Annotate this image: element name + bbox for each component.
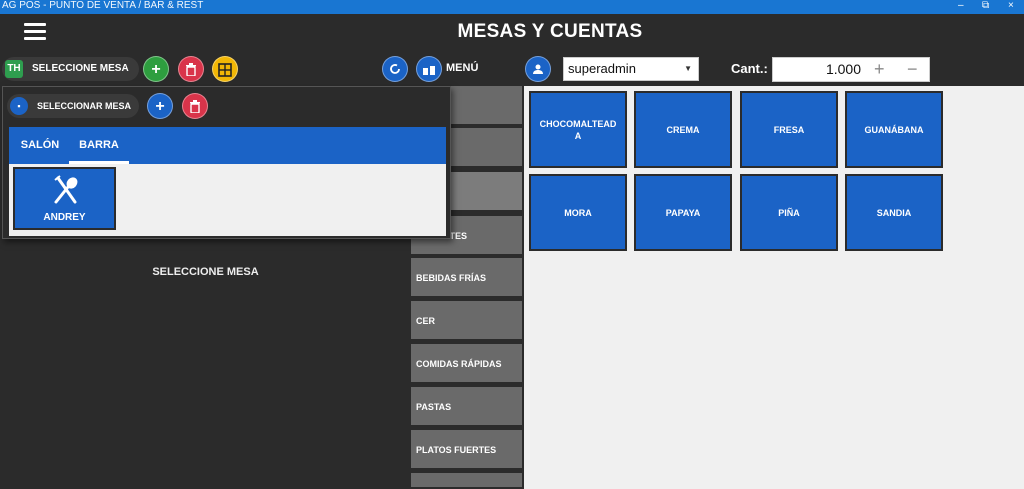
table-icon: ▪ (10, 97, 28, 115)
category-item-overflow[interactable] (411, 473, 522, 489)
decrease-quantity-button[interactable]: − (907, 58, 918, 81)
toolbar: TH SELECCIONE MESA + MENÚ superadmin ▼ C… (0, 52, 1024, 86)
window-title-bar: AG POS - PUNTO DE VENTA / BAR & REST – ⧉… (0, 0, 1024, 14)
minimize-button[interactable]: – (958, 0, 964, 12)
increase-quantity-button[interactable]: + (874, 58, 885, 81)
delete-table-button[interactable] (178, 56, 204, 82)
refresh-icon (390, 64, 400, 74)
page-title: MESAS Y CUENTAS (457, 21, 643, 42)
user-select-value: superadmin (568, 61, 636, 76)
chevron-down-icon: ▼ (684, 64, 692, 73)
quantity-stepper[interactable]: 1.000 + − (772, 57, 930, 82)
product-tile[interactable]: MORA (529, 174, 627, 251)
window-title: AG POS - PUNTO DE VENTA / BAR & REST (2, 0, 204, 11)
account-options-button[interactable] (212, 56, 238, 82)
trash-icon (186, 63, 196, 77)
product-tile[interactable]: GUANÁBANA (845, 91, 943, 168)
trash-icon (190, 100, 200, 114)
select-table-label: SELECCIONE MESA (32, 63, 129, 74)
product-tile[interactable]: CREMA (634, 91, 732, 168)
app-header: MESAS Y CUENTAS (0, 14, 1024, 52)
category-item[interactable]: PLATOS FUERTES (411, 430, 522, 470)
product-tile[interactable]: PIÑA (740, 174, 838, 251)
add-table-button[interactable]: + (143, 56, 169, 82)
grid-table-icon (218, 63, 232, 77)
table-name: ANDREY (43, 212, 86, 223)
tab-barra[interactable]: BARRA (69, 127, 129, 164)
table-tile[interactable]: ANDREY (13, 167, 116, 230)
close-window-button[interactable]: × (1008, 0, 1014, 12)
quantity-value[interactable]: 1.000 (773, 61, 861, 77)
category-item[interactable]: BEBIDAS FRÍAS (411, 258, 522, 298)
delete-table-button[interactable] (182, 93, 208, 119)
products-grid: CHOCOMALTEADA CREMA FRESA GUANÁBANA MORA… (524, 86, 1024, 489)
quantity-label: Cant.: (731, 61, 768, 76)
table-icon: TH (5, 60, 23, 78)
spoon-fork-icon (54, 175, 78, 204)
menu-icon (423, 66, 435, 75)
product-tile[interactable]: PAPAYA (634, 174, 732, 251)
select-table-label: SELECCIONAR MESA (37, 101, 132, 111)
product-tile[interactable]: SANDIA (845, 174, 943, 251)
select-table-popup: ▪ SELECCIONAR MESA + SALÓN BARRA ANDREY (2, 86, 451, 239)
menu-button[interactable] (416, 56, 442, 82)
select-table-hint: SELECCIONE MESA (152, 266, 259, 278)
add-table-button[interactable]: + (147, 93, 173, 119)
area-tabs: SALÓN BARRA (9, 127, 446, 164)
refresh-button[interactable] (382, 56, 408, 82)
user-icon (533, 64, 543, 74)
select-table-pill[interactable]: ▪ SELECCIONAR MESA (7, 94, 140, 118)
user-select[interactable]: superadmin ▼ (563, 57, 699, 81)
tables-grid: ANDREY (9, 164, 446, 236)
tab-salon[interactable]: SALÓN (15, 127, 65, 164)
category-item[interactable]: PASTAS (411, 387, 522, 427)
user-button[interactable] (525, 56, 551, 82)
product-tile[interactable]: FRESA (740, 91, 838, 168)
category-item[interactable]: CER (411, 301, 522, 341)
menu-label: MENÚ (446, 62, 479, 74)
category-item[interactable]: COMIDAS RÁPIDAS (411, 344, 522, 384)
select-table-pill[interactable]: TH SELECCIONE MESA (2, 57, 139, 81)
product-tile[interactable]: CHOCOMALTEADA (529, 91, 627, 168)
maximize-button[interactable]: ⧉ (982, 0, 989, 12)
